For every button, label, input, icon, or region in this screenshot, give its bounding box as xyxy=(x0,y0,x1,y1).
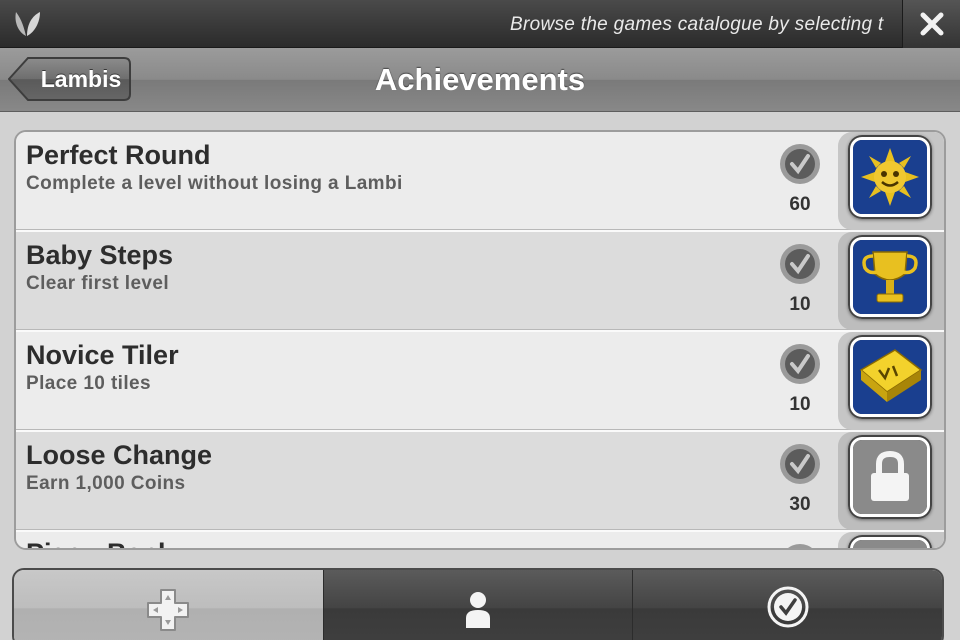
leaf-logo-icon xyxy=(10,8,46,40)
back-button[interactable]: Lambis xyxy=(8,56,132,102)
achievement-name: Piggy Bank xyxy=(26,538,173,548)
achievement-badge xyxy=(848,235,932,319)
achievement-name: Baby Steps xyxy=(26,240,174,270)
achievement-points-icon xyxy=(788,544,812,548)
back-button-label: Lambis xyxy=(40,66,122,92)
achievement-badge xyxy=(848,335,932,419)
achievement-points: 10 xyxy=(789,294,811,315)
achievement-points-icon xyxy=(780,144,820,184)
achievement-description: Clear first level xyxy=(26,273,170,294)
close-icon xyxy=(920,12,944,36)
close-button[interactable] xyxy=(902,0,960,48)
achievement-points-icon xyxy=(780,444,820,484)
achievement-points-icon xyxy=(780,344,820,384)
achievement-badge xyxy=(848,535,932,548)
achievement-check-icon xyxy=(767,586,809,628)
achievements-tab[interactable] xyxy=(632,570,942,640)
achievement-points-icon xyxy=(780,244,820,284)
lock-icon xyxy=(853,440,927,514)
achievement-badge xyxy=(848,135,932,219)
achievement-name: Novice Tiler xyxy=(26,340,179,370)
lock-icon xyxy=(853,540,927,548)
dpad-icon xyxy=(147,589,190,631)
ticker-message: Browse the games catalogue by selecting … xyxy=(480,0,900,48)
notification-bar: Browse the games catalogue by selecting … xyxy=(0,0,960,48)
achievement-badge xyxy=(848,435,932,519)
games-tab[interactable] xyxy=(14,570,323,640)
achievement-name: Perfect Round xyxy=(26,140,211,170)
list-item[interactable]: Baby Steps Clear first level 10 xyxy=(16,232,944,332)
list-item[interactable]: Loose Change Earn 1,000 Coins 30 xyxy=(16,432,944,532)
person-icon xyxy=(466,592,490,628)
achievement-points: 30 xyxy=(789,494,811,515)
achievement-points: 10 xyxy=(789,394,811,415)
tab-bar xyxy=(12,568,944,640)
achievement-points: 60 xyxy=(789,194,811,215)
achievement-description: Place 10 tiles xyxy=(26,373,151,394)
list-item[interactable]: Piggy Bank xyxy=(16,532,944,548)
tile-badge-icon xyxy=(853,340,927,414)
achievement-description: Earn 1,000 Coins xyxy=(26,473,186,494)
list-item[interactable]: Perfect Round Complete a level without l… xyxy=(16,132,944,232)
trophy-badge-icon xyxy=(853,240,927,314)
navigation-header: Lambis Achievements xyxy=(0,48,960,112)
profile-tab[interactable] xyxy=(322,570,633,640)
ticker-text: Browse the games catalogue by selecting … xyxy=(510,14,884,35)
sun-face-badge-icon xyxy=(853,140,927,214)
achievements-list[interactable]: Perfect Round Complete a level without l… xyxy=(14,130,946,550)
achievement-name: Loose Change xyxy=(26,440,213,470)
page-title: Achievements xyxy=(374,62,586,97)
list-item[interactable]: Novice Tiler Place 10 tiles 10 xyxy=(16,332,944,432)
achievement-description: Complete a level without losing a Lambi xyxy=(26,173,403,194)
